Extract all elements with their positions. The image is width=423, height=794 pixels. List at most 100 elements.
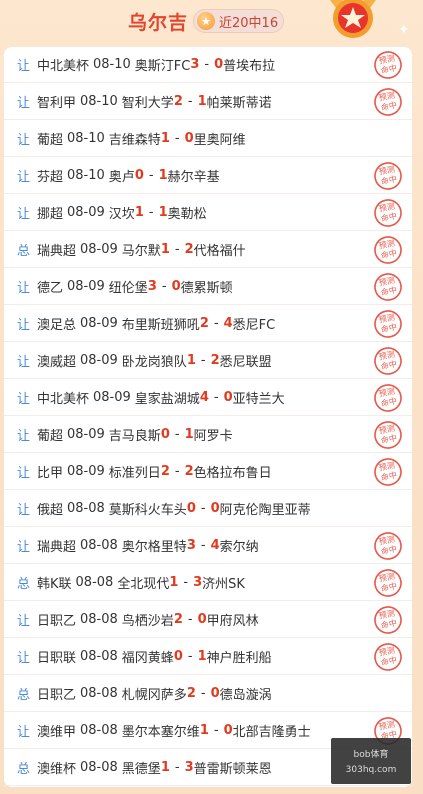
match-row[interactable]: 让日职乙 08-08 鸟栖沙岩 2-0 甲府风林 预测 命中 <box>4 602 412 638</box>
match-row[interactable]: 总日职乙 08-08 札幌冈萨多 2-0 德岛漩涡 <box>4 676 412 712</box>
score-dash: - <box>200 686 206 701</box>
match-row[interactable]: 让挪超 08-09 汉坎 1-1 奥勒松 预测 命中 <box>4 195 412 231</box>
score-dash: - <box>148 168 154 183</box>
match-row[interactable]: 让澳威超 08-09 卧龙岗狼队 1-2 悉尼联盟 预测 命中 <box>4 343 412 379</box>
play-type: 让 <box>17 170 31 185</box>
home-team: 奥斯汀FC <box>134 59 191 74</box>
home-score: 1 <box>186 353 196 368</box>
away-team: 普埃布拉 <box>223 59 276 74</box>
home-score: 3 <box>147 279 157 294</box>
watermark: bob体育 303hq.com <box>331 738 411 784</box>
play-type: 让 <box>17 59 31 74</box>
home-team: 鸟栖沙岩 <box>121 614 174 629</box>
away-score: 0 <box>210 686 220 701</box>
away-team: 阿克伦陶里亚蒂 <box>219 503 311 518</box>
sparkle-icon: ✦ <box>398 22 410 38</box>
match-row[interactable]: 让葡超 08-10 吉维森特 1-0 里奥阿维 <box>4 121 412 157</box>
match-row[interactable]: 让瑞典超 08-08 奥尔格里特 3-4 索尔纳 预测 命中 <box>4 528 412 564</box>
hit-stamp: 预测命中 <box>374 236 402 264</box>
match-date: 08-08 <box>80 686 118 701</box>
away-team: 索尔纳 <box>219 540 259 555</box>
play-type: 让 <box>17 355 31 370</box>
match-date: 08-09 <box>67 464 105 479</box>
away-score: 0 <box>214 57 224 72</box>
home-score: 2 <box>173 94 183 109</box>
match-date: 08-08 <box>80 649 118 664</box>
play-type: 让 <box>17 133 31 148</box>
score-dash: - <box>187 649 193 664</box>
league-name: 葡超 <box>37 133 64 148</box>
match-row[interactable]: 让葡超 08-09 吉马良斯 0-1 阿罗卡 预测 命中 <box>4 417 412 453</box>
league-name: 中北美杯 <box>37 392 90 407</box>
hit-stamp: 预测命中 <box>374 606 402 634</box>
home-team: 汉坎 <box>108 207 135 222</box>
away-score: 1 <box>184 427 194 442</box>
league-name: 中北美杯 <box>37 59 90 74</box>
away-score: 0 <box>223 390 233 405</box>
play-type: 让 <box>17 318 31 333</box>
match-row[interactable]: 让中北美杯 08-09 皇家盐湖城 4-0 亚特兰大 预测 命中 <box>4 380 412 416</box>
match-row[interactable]: 让德乙 08-09 纽伦堡 3-0 德累斯顿 预测 命中 <box>4 269 412 305</box>
away-team: 德累斯顿 <box>180 281 233 296</box>
match-row[interactable]: 让智利甲 08-10 智利大学 2-1 帕莱斯蒂诺 预测 命中 <box>4 84 412 120</box>
league-name: 俄超 <box>37 503 64 518</box>
match-row[interactable]: 总韩K联 08-08 全北现代 1-3 济州SK 预测 命中 <box>4 565 412 601</box>
match-row[interactable]: 让日职联 08-08 福冈黄蜂 0-1 神户胜利船 预测 命中 <box>4 639 412 675</box>
away-score: 3 <box>193 575 203 590</box>
match-row[interactable]: 总瑞典超 08-09 马尔默 1-2 代格福什 预测 命中 <box>4 232 412 268</box>
home-score: 4 <box>199 390 209 405</box>
match-row[interactable]: 让澳足总 08-09 布里斯班狮吼 2-4 悉尼FC 预测 命中 <box>4 306 412 342</box>
match-row[interactable]: 让俄超 08-08 莫斯科火车头 0-0 阿克伦陶里亚蒂 <box>4 491 412 527</box>
home-team: 福冈黄蜂 <box>121 651 174 666</box>
score-dash: - <box>200 501 206 516</box>
away-team: 帕莱斯蒂诺 <box>206 96 272 111</box>
match-date: 08-09 <box>67 279 105 294</box>
prediction-list: 让中北美杯 08-10 奥斯汀FC 3-0 普埃布拉 预测 命中让智利甲 08-10 智利大学 2… <box>4 47 412 787</box>
away-score: 3 <box>184 760 194 775</box>
league-name: 比甲 <box>37 466 64 481</box>
home-team: 纽伦堡 <box>108 281 148 296</box>
away-team: 亚特兰大 <box>232 392 285 407</box>
score-dash: - <box>183 575 189 590</box>
away-team: 奥勒松 <box>167 207 207 222</box>
score-dash: - <box>213 316 219 331</box>
away-team: 济州SK <box>202 577 245 592</box>
medal-icon <box>330 0 376 38</box>
away-score: 1 <box>158 205 168 220</box>
play-type: 让 <box>17 614 31 629</box>
play-type: 总 <box>17 577 31 592</box>
score-dash: - <box>213 723 219 738</box>
hit-stamp: 预测命中 <box>374 643 402 671</box>
match-row[interactable]: 让芬超 08-10 奥卢 0-1 赫尔辛基 预测 命中 <box>4 158 412 194</box>
away-team: 悉尼联盟 <box>219 355 272 370</box>
league-name: 日职联 <box>37 651 77 666</box>
home-team: 智利大学 <box>121 96 174 111</box>
watermark-line1: bob体育 <box>353 750 389 760</box>
match-date: 08-09 <box>93 390 131 405</box>
league-name: 日职乙 <box>37 688 77 703</box>
away-team: 色格拉布鲁日 <box>193 466 272 481</box>
record-badge-text: 近20中16 <box>219 15 279 31</box>
away-team: 悉尼FC <box>232 318 276 333</box>
away-score: 2 <box>184 464 194 479</box>
hit-stamp: 预测命中 <box>374 273 402 301</box>
match-row[interactable]: 让比甲 08-09 标准列日 2-2 色格拉布鲁日 预测 命中 <box>4 454 412 490</box>
home-score: 1 <box>169 575 179 590</box>
hit-stamp: 预测命中 <box>374 384 402 412</box>
away-team: 阿罗卡 <box>193 429 233 444</box>
hit-stamp: 预测命中 <box>374 421 402 449</box>
play-type: 让 <box>17 281 31 296</box>
play-type: 总 <box>17 688 31 703</box>
match-date: 08-08 <box>80 723 118 738</box>
home-score: 1 <box>160 760 170 775</box>
league-name: 德乙 <box>37 281 64 296</box>
score-dash: - <box>148 205 154 220</box>
home-team: 奥卢 <box>108 170 135 185</box>
away-team: 代格福什 <box>193 244 246 259</box>
match-row[interactable]: 让中北美杯 08-10 奥斯汀FC 3-0 普埃布拉 预测 命中 <box>4 47 412 83</box>
away-score: 1 <box>158 168 168 183</box>
play-type: 让 <box>17 466 31 481</box>
league-name: 韩K联 <box>37 577 72 592</box>
home-score: 2 <box>199 316 209 331</box>
score-dash: - <box>174 427 180 442</box>
